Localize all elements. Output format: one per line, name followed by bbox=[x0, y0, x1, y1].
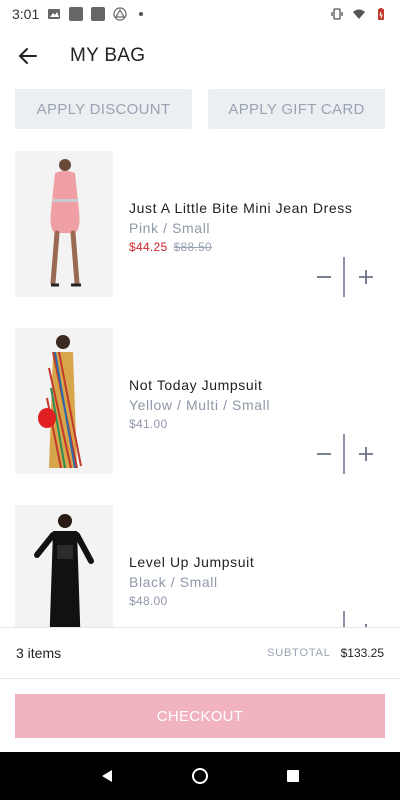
nav-back-button[interactable] bbox=[87, 756, 127, 796]
plus-icon bbox=[359, 447, 373, 461]
app-notification-icon bbox=[91, 7, 106, 21]
checkout-button[interactable]: CHECKOUT bbox=[15, 694, 385, 738]
items-count: 3 items bbox=[16, 645, 62, 661]
cart-item: Level Up Jumpsuit Black / Small $48.00 bbox=[0, 499, 400, 627]
price: $41.00 bbox=[129, 417, 168, 431]
wifi-icon bbox=[353, 9, 365, 19]
back-triangle-icon bbox=[101, 770, 112, 782]
price-row: $44.25 $88.50 bbox=[129, 238, 385, 256]
product-name[interactable]: Level Up Jumpsuit bbox=[129, 553, 385, 571]
product-variant: Pink / Small bbox=[129, 220, 211, 236]
plus-icon bbox=[359, 270, 373, 284]
app-notification-icon bbox=[69, 7, 84, 21]
original-price: $88.50 bbox=[173, 240, 213, 254]
decrease-quantity-button[interactable] bbox=[310, 257, 338, 297]
increase-quantity-button[interactable] bbox=[352, 611, 380, 627]
recents-square-icon bbox=[287, 770, 300, 782]
quantity-stepper bbox=[310, 257, 380, 297]
item-info: Level Up Jumpsuit Black / Small $48.00 bbox=[129, 553, 385, 610]
product-variant: Yellow / Multi / Small bbox=[129, 397, 271, 413]
promo-actions: APPLY DISCOUNT APPLY GIFT CARD bbox=[15, 89, 385, 129]
nav-recents-button[interactable] bbox=[273, 756, 313, 796]
increase-quantity-button[interactable] bbox=[352, 434, 380, 474]
minus-icon bbox=[317, 453, 331, 455]
minus-icon bbox=[317, 276, 331, 278]
price-row: $41.00 bbox=[129, 415, 385, 433]
image-notification-icon bbox=[48, 9, 61, 19]
subtotal-value: $133.25 bbox=[340, 646, 384, 660]
system-nav-bar bbox=[0, 752, 400, 800]
increase-quantity-button[interactable] bbox=[352, 257, 380, 297]
product-image[interactable] bbox=[15, 505, 113, 627]
back-button[interactable] bbox=[0, 28, 56, 84]
cart-list[interactable]: Just A Little Bite Mini Jean Dress Pink … bbox=[0, 145, 400, 627]
sale-price: $44.25 bbox=[129, 240, 168, 254]
quantity-divider bbox=[343, 611, 345, 627]
subtotal-label: SUBTOTAL bbox=[267, 647, 331, 659]
quantity-divider bbox=[343, 257, 345, 297]
page-title: MY BAG bbox=[70, 45, 146, 66]
quantity-divider bbox=[343, 434, 345, 474]
product-image-figure bbox=[15, 328, 113, 474]
quantity-stepper bbox=[310, 434, 380, 474]
apply-discount-button[interactable]: APPLY DISCOUNT bbox=[15, 89, 192, 129]
product-name[interactable]: Not Today Jumpsuit bbox=[129, 376, 385, 394]
status-bar: 3:01 bbox=[0, 0, 400, 28]
product-image[interactable] bbox=[15, 151, 113, 297]
product-image[interactable] bbox=[15, 328, 113, 474]
quantity-stepper bbox=[310, 611, 380, 627]
vibrate-icon bbox=[331, 8, 343, 20]
decrease-quantity-button[interactable] bbox=[310, 611, 338, 627]
home-circle-icon bbox=[191, 768, 208, 784]
price-row: $48.00 bbox=[129, 592, 385, 610]
product-name[interactable]: Just A Little Bite Mini Jean Dress bbox=[129, 199, 385, 217]
nav-home-button[interactable] bbox=[180, 756, 220, 796]
app-bar: MY BAG bbox=[0, 28, 400, 84]
arrow-back-icon bbox=[19, 48, 37, 64]
product-image-figure bbox=[15, 151, 113, 297]
price: $48.00 bbox=[129, 594, 168, 608]
status-time: 3:01 bbox=[12, 6, 40, 22]
triangle-notification-icon bbox=[113, 7, 127, 21]
product-variant: Black / Small bbox=[129, 574, 218, 590]
cart-item: Not Today Jumpsuit Yellow / Multi / Smal… bbox=[0, 322, 400, 482]
item-info: Just A Little Bite Mini Jean Dress Pink … bbox=[129, 199, 385, 256]
cart-item: Just A Little Bite Mini Jean Dress Pink … bbox=[0, 145, 400, 305]
more-notifications-icon bbox=[139, 12, 144, 16]
item-info: Not Today Jumpsuit Yellow / Multi / Smal… bbox=[129, 376, 385, 433]
apply-gift-card-button[interactable]: APPLY GIFT CARD bbox=[208, 89, 385, 129]
order-summary: 3 items SUBTOTAL $133.25 bbox=[0, 627, 400, 679]
product-image-figure bbox=[15, 505, 113, 627]
decrease-quantity-button[interactable] bbox=[310, 434, 338, 474]
battery-icon bbox=[378, 8, 384, 20]
